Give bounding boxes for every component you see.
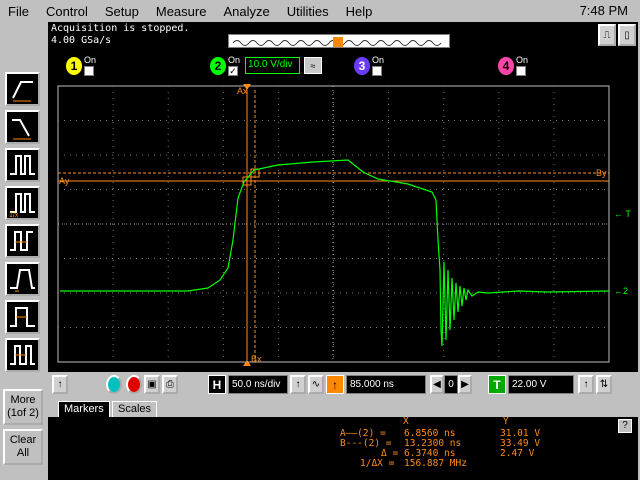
marker-bx-label: Bx bbox=[251, 354, 262, 364]
more-label: More (1of 2) bbox=[7, 394, 39, 419]
channel-3-badge[interactable]: 3 bbox=[354, 56, 370, 75]
control-bar: ↑ ▣ ⎙ H 50.0 ns/div ↑ ∿ ↑ 85.000 ns ◀ 0 … bbox=[48, 372, 638, 398]
channel-2-trace bbox=[60, 159, 610, 347]
channel-2-checkbox[interactable]: ✓ bbox=[228, 66, 238, 76]
channel-4: 4 On bbox=[498, 55, 528, 76]
timebase-wave-icon[interactable]: ∿ bbox=[308, 375, 324, 394]
scroll-up-icon[interactable]: ↑ bbox=[52, 375, 68, 394]
waveform-overview[interactable] bbox=[228, 34, 450, 48]
clear-all-label: Clear All bbox=[9, 434, 37, 459]
markers-help-button[interactable]: ? bbox=[618, 419, 632, 433]
clear-all-button[interactable]: Clear All bbox=[3, 429, 43, 465]
panel-tabs: Markers Scales bbox=[48, 400, 638, 418]
menu-utilities[interactable]: Utilities bbox=[279, 4, 338, 19]
marker-inverse-x: 156.887 MHz bbox=[404, 458, 467, 469]
channel-2-coupling-icon[interactable]: ≈ bbox=[304, 57, 323, 74]
markers-panel: X Y A——(2) = 6.8560 ns 31.01 V B---(2) =… bbox=[48, 417, 638, 480]
menu-measure[interactable]: Measure bbox=[148, 4, 216, 19]
help-icon[interactable]: ▯ bbox=[618, 24, 636, 46]
channel-2-on-label: On bbox=[228, 55, 241, 65]
marker-ay-label: Ay bbox=[59, 176, 70, 186]
timebase-field[interactable]: 50.0 ns/div bbox=[228, 375, 288, 394]
marker-delta-y: 2.47 V bbox=[500, 448, 535, 459]
menu-control[interactable]: Control bbox=[38, 4, 97, 19]
menu-analyze[interactable]: Analyze bbox=[215, 4, 278, 19]
marker-header-x: X bbox=[403, 416, 409, 427]
trigger-level-marker[interactable]: ← T bbox=[614, 209, 631, 219]
waveform-graticule: Ax Bx Ay By ← T ←2 bbox=[57, 84, 631, 366]
channel-2-badge[interactable]: 2 bbox=[210, 56, 226, 75]
stop-acq-icon[interactable] bbox=[126, 375, 142, 394]
run-mode-icon[interactable]: ⎍ bbox=[598, 24, 616, 46]
channel-3-checkbox[interactable] bbox=[372, 66, 382, 76]
channel-2-ground-marker[interactable]: ←2 bbox=[614, 286, 628, 296]
rise-time-button[interactable] bbox=[5, 262, 40, 296]
duty-cycle-button[interactable] bbox=[5, 338, 40, 372]
channel-4-badge[interactable]: 4 bbox=[498, 56, 514, 75]
channel-1-badge[interactable]: 1 bbox=[66, 56, 82, 75]
menu-file[interactable]: File bbox=[0, 4, 38, 19]
trigger-mode-icon[interactable]: ⇅ bbox=[596, 375, 612, 394]
timebase-up-icon[interactable]: ↑ bbox=[290, 375, 306, 394]
tab-scales[interactable]: Scales bbox=[112, 401, 158, 418]
clock: 7:48 PM bbox=[579, 3, 628, 18]
channel-3: 3 On bbox=[354, 55, 384, 76]
falling-edge-trigger-button[interactable] bbox=[5, 110, 40, 144]
top-buttons: ⎍ ▯ bbox=[598, 24, 636, 46]
print-icon[interactable]: ⎙ bbox=[162, 375, 178, 394]
menu-setup[interactable]: Setup bbox=[97, 4, 148, 19]
delay-field[interactable]: 85.000 ns bbox=[346, 375, 426, 394]
delay-right-icon[interactable]: ▶ bbox=[458, 375, 472, 394]
pulse-width-button[interactable]: 1/x bbox=[5, 186, 40, 220]
delay-marker-icon[interactable]: ↑ bbox=[326, 375, 344, 394]
pulse-trigger-button[interactable] bbox=[5, 148, 40, 182]
channel-2-scale[interactable]: 10.0 V/div bbox=[245, 57, 301, 74]
channel-4-on-label: On bbox=[516, 55, 529, 65]
width-measure-button[interactable] bbox=[5, 300, 40, 334]
rising-edge-trigger-button[interactable] bbox=[5, 72, 40, 106]
tab-markers[interactable]: Markers bbox=[58, 401, 110, 418]
menu-bar: File Control Setup Measure Analyze Utili… bbox=[0, 0, 640, 22]
horizontal-label[interactable]: H bbox=[208, 375, 226, 394]
trigger-label[interactable]: T bbox=[488, 375, 506, 394]
channel-1: 1 On bbox=[66, 55, 96, 76]
more-button[interactable]: More (1of 2) bbox=[3, 389, 43, 425]
delay-reference[interactable]: 0 bbox=[444, 375, 458, 394]
marker-by-label: By bbox=[596, 168, 607, 178]
channel-3-on-label: On bbox=[372, 55, 385, 65]
channel-4-checkbox[interactable] bbox=[516, 66, 526, 76]
period-measure-button[interactable] bbox=[5, 224, 40, 258]
save-icon[interactable]: ▣ bbox=[144, 375, 160, 394]
menu-help[interactable]: Help bbox=[338, 4, 382, 19]
channel-1-checkbox[interactable] bbox=[84, 66, 94, 76]
marker-inverse-label: 1/ΔX = bbox=[360, 458, 395, 469]
channel-2: 2 On ✓ 10.0 V/div ≈ bbox=[210, 55, 323, 76]
single-acq-icon[interactable] bbox=[106, 375, 122, 394]
channel-1-on-label: On bbox=[84, 55, 97, 65]
left-toolbar: 1/x More (1of 2) Clear All bbox=[0, 22, 46, 480]
marker-b-bottom-arrow bbox=[243, 360, 251, 366]
trigger-slope-icon[interactable]: ↑ bbox=[578, 375, 594, 394]
marker-header-y: Y bbox=[503, 416, 509, 427]
channel-bar: 1 On 2 On ✓ 10.0 V/div ≈ 3 On 4 On bbox=[48, 50, 638, 80]
trigger-level-field[interactable]: 22.00 V bbox=[508, 375, 574, 394]
delay-left-icon[interactable]: ◀ bbox=[430, 375, 444, 394]
svg-text:1/x: 1/x bbox=[9, 212, 19, 218]
scope-display[interactable]: Ax Bx Ay By ← T ←2 bbox=[48, 80, 638, 372]
